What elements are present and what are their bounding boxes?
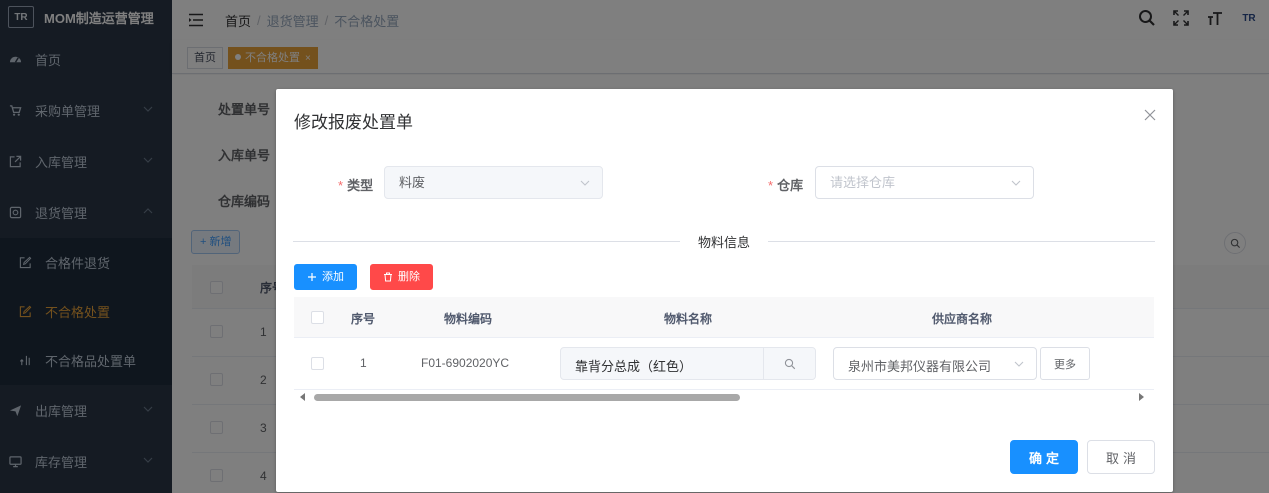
select-all-checkbox[interactable] [311, 311, 324, 324]
material-table-header: 序号 物料编码 物料名称 供应商名称 [294, 297, 1154, 338]
close-icon[interactable] [1143, 108, 1157, 122]
section-title: 物料信息 [680, 232, 769, 251]
row-index: 1 [360, 356, 367, 370]
delete-material-button[interactable]: 删除 [370, 264, 433, 290]
material-name-value: 靠背分总成（红色） [575, 359, 693, 374]
trash-icon [384, 272, 392, 282]
type-label: * 类型 [338, 178, 374, 193]
plus-icon [308, 273, 316, 281]
header-material-name: 物料名称 [664, 312, 713, 326]
material-search-button[interactable] [763, 348, 815, 379]
add-material-button[interactable]: 添加 [294, 264, 357, 290]
scroll-right-icon[interactable] [1139, 393, 1144, 401]
warehouse-label: * 仓库 [768, 178, 804, 193]
scrollbar-thumb[interactable] [314, 394, 740, 401]
supplier-select[interactable]: 泉州市美邦仪器有限公司 [833, 347, 1037, 380]
header-index: 序号 [351, 312, 376, 326]
confirm-button[interactable]: 确定 [1010, 440, 1078, 474]
type-value: 料废 [399, 175, 426, 190]
scroll-left-icon[interactable] [300, 393, 305, 401]
table-row[interactable]: 1 F01-6902020YC 靠背分总成（红色） 泉州市美邦仪器有限公司 更多 [294, 338, 1154, 390]
more-button[interactable]: 更多 [1040, 347, 1090, 380]
warehouse-placeholder: 请选择仓库 [830, 175, 896, 190]
type-select[interactable]: 料废 [384, 166, 603, 199]
table-horizontal-scrollbar[interactable] [294, 389, 1154, 403]
header-material-code: 物料编码 [444, 312, 493, 326]
header-supplier-name: 供应商名称 [932, 312, 993, 326]
search-icon [784, 358, 795, 369]
material-code: F01-6902020YC [421, 356, 510, 370]
edit-scrap-disposal-dialog: 修改报废处置单 * 类型 料废 * 仓库 请选择仓库 物料信息 添加 删除 序号 物… [276, 89, 1173, 492]
material-name-input[interactable]: 靠背分总成（红色） [560, 347, 816, 380]
chevron-down-icon [580, 180, 590, 186]
cancel-button[interactable]: 取消 [1087, 440, 1155, 474]
supplier-value: 泉州市美邦仪器有限公司 [848, 359, 992, 374]
chevron-down-icon [1014, 361, 1024, 367]
row-checkbox[interactable] [311, 357, 324, 370]
chevron-down-icon [1011, 180, 1021, 186]
dialog-title: 修改报废处置单 [294, 113, 413, 132]
warehouse-select[interactable]: 请选择仓库 [815, 166, 1034, 199]
